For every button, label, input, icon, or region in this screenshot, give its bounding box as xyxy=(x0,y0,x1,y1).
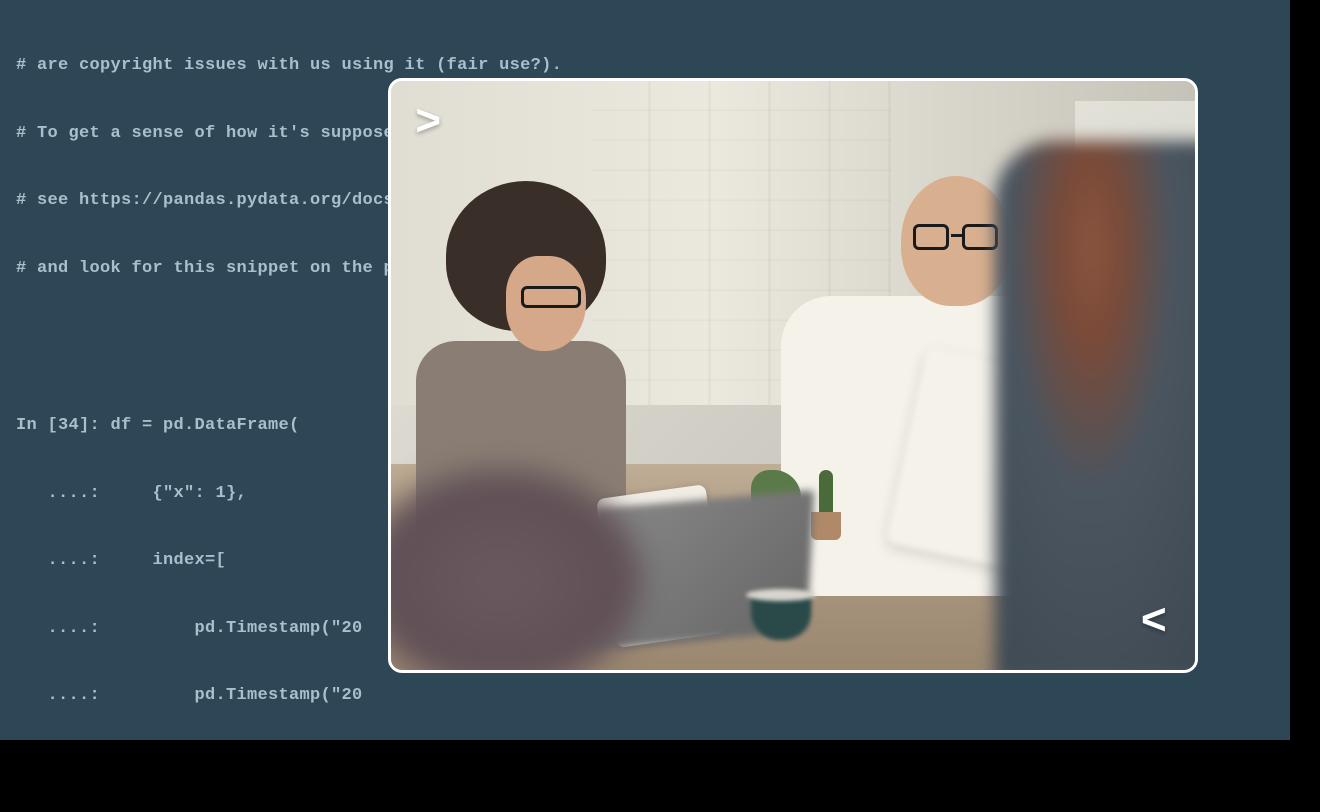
cactus-icon xyxy=(811,470,841,540)
photo-overlay-card[interactable]: > < xyxy=(388,78,1198,673)
bracket-open-icon: > xyxy=(415,99,441,149)
person-right-blur-icon xyxy=(995,141,1198,673)
meeting-photo xyxy=(391,81,1195,670)
code-line: # are copyright issues with us using it … xyxy=(16,55,1274,78)
bracket-close-icon: < xyxy=(1141,598,1167,648)
code-line: ....: pd.Timestamp("20 xyxy=(16,685,1274,708)
app-canvas: # are copyright issues with us using it … xyxy=(0,0,1290,740)
